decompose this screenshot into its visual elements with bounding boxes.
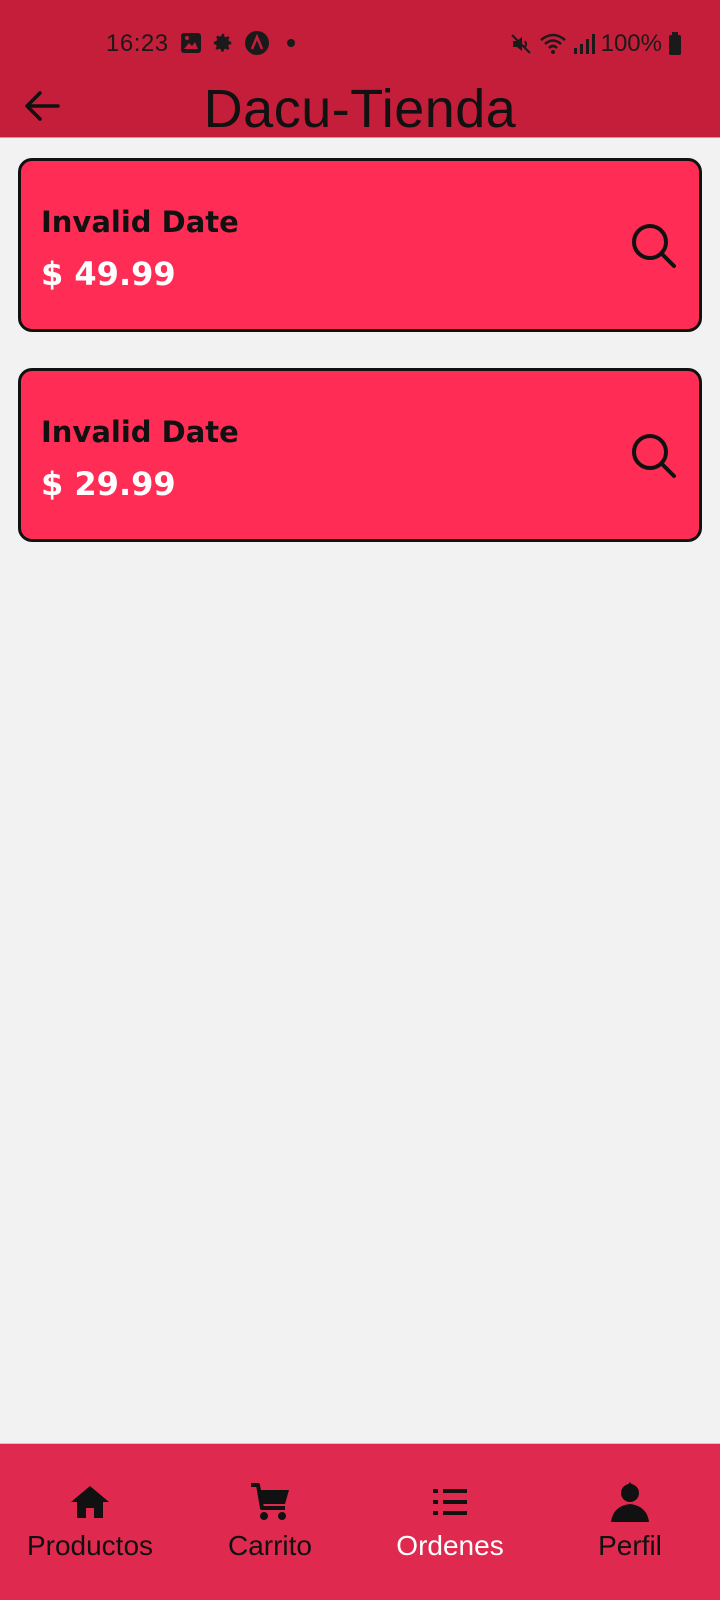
- nav-label: Ordenes: [396, 1530, 504, 1561]
- nav-item-ordenes[interactable]: Ordenes: [360, 1444, 540, 1600]
- nav-item-carrito[interactable]: Carrito: [180, 1444, 360, 1600]
- order-card[interactable]: Invalid Date $ 29.99: [18, 368, 702, 542]
- order-card[interactable]: Invalid Date $ 49.99: [18, 158, 702, 332]
- order-price: $ 49.99: [41, 255, 176, 293]
- gear-icon: [213, 33, 232, 52]
- bottom-nav: Productos Carrito Ordenes Perfil: [0, 1443, 720, 1600]
- search-icon[interactable]: [629, 431, 679, 481]
- nav-item-perfil[interactable]: Perfil: [540, 1444, 720, 1600]
- order-date: Invalid Date: [41, 205, 239, 239]
- person-icon: [611, 1482, 649, 1522]
- order-price: $ 29.99: [41, 465, 176, 503]
- dot-icon: [287, 39, 295, 47]
- image-icon: [181, 33, 201, 53]
- status-time: 16:23: [106, 30, 169, 57]
- order-date: Invalid Date: [41, 415, 239, 449]
- battery-icon: [669, 32, 681, 55]
- nav-label: Productos: [26, 1530, 154, 1561]
- page-title: Dacu-Tienda: [203, 79, 517, 139]
- wifi-icon: [539, 33, 566, 54]
- battery-percent: 100%: [600, 30, 662, 57]
- mute-icon: [510, 34, 531, 54]
- status-bar: 16:23 100%: [0, 22, 720, 66]
- nav-item-productos[interactable]: Productos: [0, 1444, 180, 1600]
- signal-icon: [573, 34, 595, 54]
- search-icon[interactable]: [629, 221, 679, 271]
- app-logo-icon: [245, 31, 269, 55]
- top-bar: 16:23 100% Dacu-Tienda: [0, 0, 720, 139]
- status-notification-icons: [180, 30, 302, 56]
- app-bar: Dacu-Tienda: [0, 74, 720, 139]
- status-system-icons: 100%: [509, 30, 682, 58]
- orders-list: Invalid Date $ 49.99 Invalid Date $ 29.9…: [18, 158, 702, 578]
- nav-label: Perfil: [598, 1530, 662, 1561]
- list-icon: [433, 1489, 467, 1515]
- home-icon: [71, 1486, 109, 1518]
- nav-label: Carrito: [227, 1530, 312, 1561]
- cart-icon: [251, 1483, 289, 1520]
